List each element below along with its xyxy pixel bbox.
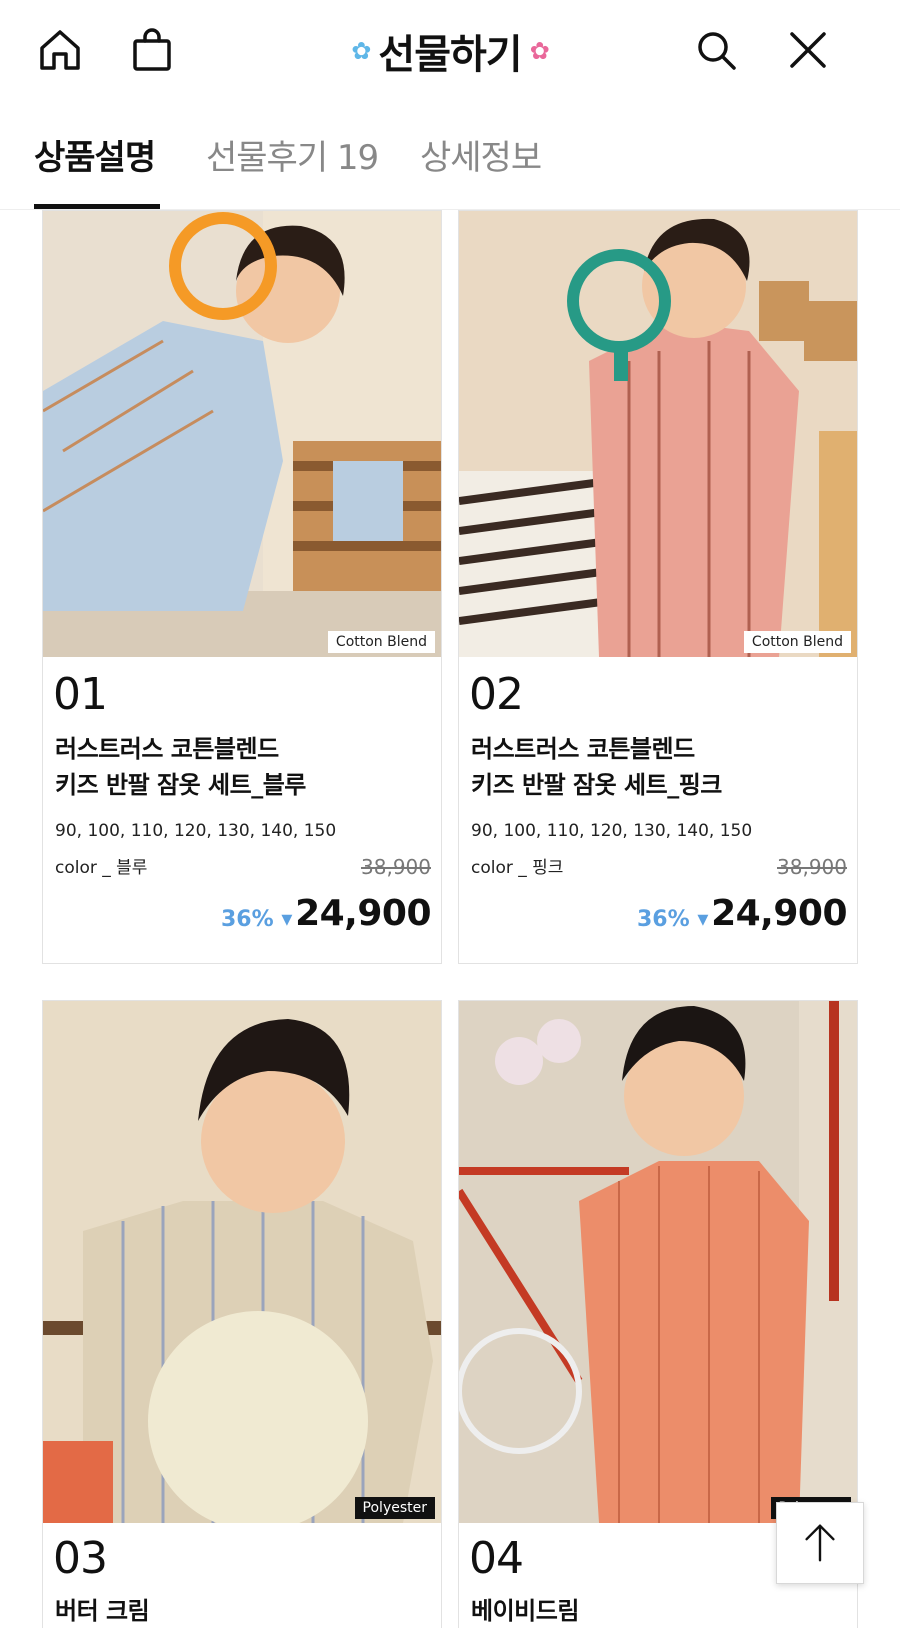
product-number: 04 <box>469 1533 524 1584</box>
flower-icon: ✿ <box>351 37 371 65</box>
product-color: color _ 블루 <box>55 858 148 878</box>
flower-icon: ✿ <box>529 37 550 65</box>
fabric-label: Polyester <box>354 1497 435 1519</box>
product-card-01[interactable]: Cotton Blend 01 러스트러스 코튼블렌드 키즈 반팔 잠옷 세트_… <box>42 210 442 964</box>
close-icon[interactable] <box>782 24 834 76</box>
product-number: 03 <box>53 1533 108 1584</box>
product-name[interactable]: 러스트러스 코튼블렌드 키즈 반팔 잠옷 세트_핑크 <box>471 731 722 803</box>
product-name[interactable]: 버터 크림 <box>55 1593 150 1628</box>
product-image[interactable]: Cotton Blend <box>459 211 857 657</box>
active-tab-indicator <box>34 204 160 209</box>
product-name-line: 러스트러스 코튼블렌드 <box>471 735 695 763</box>
tab-product-description[interactable]: 상품설명 <box>34 130 156 179</box>
product-image[interactable]: Polyester <box>43 1001 441 1523</box>
sale-price: 24,900 <box>711 893 847 934</box>
product-sizes: 90, 100, 110, 120, 130, 140, 150 <box>471 821 753 841</box>
sale-price: 24,900 <box>295 893 431 934</box>
tab-gift-reviews[interactable]: 선물후기 19 <box>206 130 379 179</box>
product-name[interactable]: 러스트러스 코튼블렌드 키즈 반팔 잠옷 세트_블루 <box>55 731 306 803</box>
search-icon[interactable] <box>690 24 742 76</box>
product-card-02[interactable]: Cotton Blend 02 러스트러스 코튼블렌드 키즈 반팔 잠옷 세트_… <box>458 210 858 964</box>
tab-details[interactable]: 상세정보 <box>420 130 542 179</box>
top-header: ✿ 선물하기 ✿ <box>0 0 900 98</box>
product-card-03[interactable]: Polyester 03 버터 크림 <box>42 1000 442 1628</box>
product-name[interactable]: 베이비드림 <box>471 1593 579 1628</box>
original-price: 38,900 <box>777 855 847 879</box>
scroll-to-top-button[interactable] <box>776 1502 864 1584</box>
product-number: 01 <box>53 669 108 720</box>
product-color: color _ 핑크 <box>471 858 564 878</box>
product-number: 02 <box>469 669 524 720</box>
product-sizes: 90, 100, 110, 120, 130, 140, 150 <box>55 821 337 841</box>
original-price: 38,900 <box>361 855 431 879</box>
tab-bar: 상품설명 선물후기 19 상세정보 <box>0 98 900 210</box>
fabric-label: Cotton Blend <box>743 631 851 653</box>
product-image[interactable]: Polyester <box>459 1001 857 1523</box>
product-name-line: 러스트러스 코튼블렌드 <box>55 735 279 763</box>
fabric-label: Cotton Blend <box>327 631 435 653</box>
product-name-line: 키즈 반팔 잠옷 세트_핑크 <box>471 771 722 799</box>
discount-rate: 36% ▾ <box>637 907 709 932</box>
arrow-up-icon <box>805 1524 835 1562</box>
page-title-text: 선물하기 <box>378 32 522 78</box>
discount-rate: 36% ▾ <box>221 907 293 932</box>
product-name-line: 키즈 반팔 잠옷 세트_블루 <box>55 771 306 799</box>
page-title: ✿ 선물하기 ✿ <box>0 22 900 80</box>
product-image[interactable]: Cotton Blend <box>43 211 441 657</box>
